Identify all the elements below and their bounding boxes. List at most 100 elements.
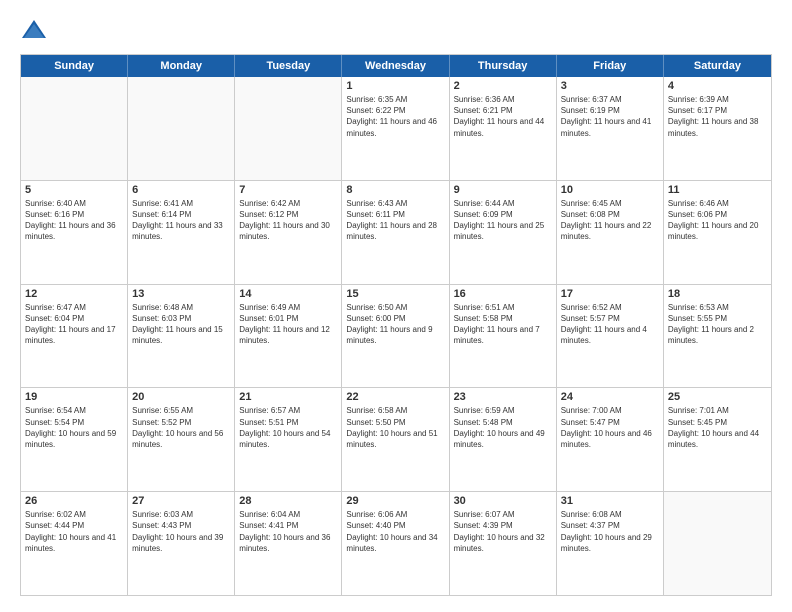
day-number: 25 [668,391,767,403]
calendar-cell: 15Sunrise: 6:50 AM Sunset: 6:00 PM Dayli… [342,285,449,388]
calendar-cell: 7 Sunrise: 6:42 AM Sunset: 6:12 PM Daylig… [235,181,342,284]
day-number: 20 [132,391,230,403]
calendar-cell: 17 Sunrise: 6:52 AM Sunset: 5:57 PM Dayli… [557,285,664,388]
cell-info: Sunrise: 6:40 AM Sunset: 6:16 PM Dayligh… [25,198,123,243]
cell-info: Sunrise: 6:02 AM Sunset: 4:44 PM Dayligh… [25,509,123,554]
day-number: 3 [561,80,659,92]
weekday-header: Monday [128,55,235,77]
cell-info: Sunrise: 6:52 AM Sunset: 5:57 PM Dayligh… [561,302,659,347]
cell-info: Sunrise: 6:48 AM Sunset: 6:03 PM Dayligh… [132,302,230,347]
calendar-cell: 23 Sunrise: 6:59 AM Sunset: 5:48 PM Dayli… [450,388,557,491]
cell-info: Sunrise: 6:57 AM Sunset: 5:51 PM Dayligh… [239,405,337,450]
day-number: 9 [454,184,552,196]
weekday-header: Wednesday [342,55,449,77]
calendar-cell: 29Sunrise: 6:06 AM Sunset: 4:40 PM Dayli… [342,492,449,595]
calendar-cell: 27 Sunrise: 6:03 AM Sunset: 4:43 PM Dayli… [128,492,235,595]
day-number: 28 [239,495,337,507]
day-number: 11 [668,184,767,196]
calendar-cell [128,77,235,180]
weekday-header: Thursday [450,55,557,77]
cell-info: Sunrise: 6:55 AM Sunset: 5:52 PM Dayligh… [132,405,230,450]
cell-info: Sunrise: 6:04 AM Sunset: 4:41 PM Dayligh… [239,509,337,554]
calendar-cell: 22Sunrise: 6:58 AM Sunset: 5:50 PM Dayli… [342,388,449,491]
calendar-row: 26 Sunrise: 6:02 AM Sunset: 4:44 PM Dayli… [21,492,771,595]
calendar-cell: 13 Sunrise: 6:48 AM Sunset: 6:03 PM Dayli… [128,285,235,388]
cell-info: Sunrise: 6:51 AM Sunset: 5:58 PM Dayligh… [454,302,552,347]
header [20,16,772,44]
cell-info: Sunrise: 6:08 AM Sunset: 4:37 PM Dayligh… [561,509,659,554]
calendar-cell: 20 Sunrise: 6:55 AM Sunset: 5:52 PM Dayli… [128,388,235,491]
calendar-cell: 26 Sunrise: 6:02 AM Sunset: 4:44 PM Dayli… [21,492,128,595]
day-number: 24 [561,391,659,403]
calendar-row: 1 Sunrise: 6:35 AM Sunset: 6:22 PM Daylig… [21,77,771,181]
cell-info: Sunrise: 7:00 AM Sunset: 5:47 PM Dayligh… [561,405,659,450]
cell-info: Sunrise: 6:39 AM Sunset: 6:17 PM Dayligh… [668,94,767,139]
calendar-cell: 10Sunrise: 6:45 AM Sunset: 6:08 PM Dayli… [557,181,664,284]
day-number: 23 [454,391,552,403]
calendar-cell: 4 Sunrise: 6:39 AM Sunset: 6:17 PM Daylig… [664,77,771,180]
day-number: 10 [561,184,659,196]
weekday-header: Saturday [664,55,771,77]
cell-info: Sunrise: 6:37 AM Sunset: 6:19 PM Dayligh… [561,94,659,139]
calendar-cell: 9 Sunrise: 6:44 AM Sunset: 6:09 PM Daylig… [450,181,557,284]
calendar-cell: 16 Sunrise: 6:51 AM Sunset: 5:58 PM Dayli… [450,285,557,388]
weekday-header: Tuesday [235,55,342,77]
day-number: 1 [346,80,444,92]
calendar-cell: 14Sunrise: 6:49 AM Sunset: 6:01 PM Dayli… [235,285,342,388]
cell-info: Sunrise: 6:59 AM Sunset: 5:48 PM Dayligh… [454,405,552,450]
calendar: SundayMondayTuesdayWednesdayThursdayFrid… [20,54,772,596]
day-number: 16 [454,288,552,300]
calendar-cell: 24 Sunrise: 7:00 AM Sunset: 5:47 PM Dayli… [557,388,664,491]
calendar-cell: 28 Sunrise: 6:04 AM Sunset: 4:41 PM Dayli… [235,492,342,595]
cell-info: Sunrise: 6:47 AM Sunset: 6:04 PM Dayligh… [25,302,123,347]
calendar-cell: 3 Sunrise: 6:37 AM Sunset: 6:19 PM Daylig… [557,77,664,180]
calendar-cell: 25 Sunrise: 7:01 AM Sunset: 5:45 PM Dayli… [664,388,771,491]
calendar-row: 12 Sunrise: 6:47 AM Sunset: 6:04 PM Dayli… [21,285,771,389]
cell-info: Sunrise: 6:46 AM Sunset: 6:06 PM Dayligh… [668,198,767,243]
cell-info: Sunrise: 6:42 AM Sunset: 6:12 PM Dayligh… [239,198,337,243]
day-number: 15 [346,288,444,300]
calendar-cell [664,492,771,595]
calendar-cell: 12 Sunrise: 6:47 AM Sunset: 6:04 PM Dayli… [21,285,128,388]
calendar-cell: 11 Sunrise: 6:46 AM Sunset: 6:06 PM Dayli… [664,181,771,284]
day-number: 5 [25,184,123,196]
calendar-cell: 19Sunrise: 6:54 AM Sunset: 5:54 PM Dayli… [21,388,128,491]
calendar-row: 5 Sunrise: 6:40 AM Sunset: 6:16 PM Daylig… [21,181,771,285]
cell-info: Sunrise: 7:01 AM Sunset: 5:45 PM Dayligh… [668,405,767,450]
calendar-cell: 30 Sunrise: 6:07 AM Sunset: 4:39 PM Dayli… [450,492,557,595]
calendar-header: SundayMondayTuesdayWednesdayThursdayFrid… [21,55,771,77]
day-number: 26 [25,495,123,507]
calendar-cell: 31 Sunrise: 6:08 AM Sunset: 4:37 PM Dayli… [557,492,664,595]
day-number: 27 [132,495,230,507]
calendar-cell: 1 Sunrise: 6:35 AM Sunset: 6:22 PM Daylig… [342,77,449,180]
cell-info: Sunrise: 6:03 AM Sunset: 4:43 PM Dayligh… [132,509,230,554]
calendar-cell [21,77,128,180]
logo-icon [20,16,48,44]
cell-info: Sunrise: 6:44 AM Sunset: 6:09 PM Dayligh… [454,198,552,243]
cell-info: Sunrise: 6:41 AM Sunset: 6:14 PM Dayligh… [132,198,230,243]
weekday-header: Sunday [21,55,128,77]
calendar-row: 19Sunrise: 6:54 AM Sunset: 5:54 PM Dayli… [21,388,771,492]
day-number: 17 [561,288,659,300]
cell-info: Sunrise: 6:58 AM Sunset: 5:50 PM Dayligh… [346,405,444,450]
logo [20,16,52,44]
day-number: 13 [132,288,230,300]
day-number: 18 [668,288,767,300]
day-number: 12 [25,288,123,300]
day-number: 7 [239,184,337,196]
calendar-cell: 6 Sunrise: 6:41 AM Sunset: 6:14 PM Daylig… [128,181,235,284]
calendar-cell [235,77,342,180]
day-number: 6 [132,184,230,196]
cell-info: Sunrise: 6:36 AM Sunset: 6:21 PM Dayligh… [454,94,552,139]
calendar-cell: 2Sunrise: 6:36 AM Sunset: 6:21 PM Daylig… [450,77,557,180]
day-number: 8 [346,184,444,196]
cell-info: Sunrise: 6:35 AM Sunset: 6:22 PM Dayligh… [346,94,444,139]
day-number: 30 [454,495,552,507]
day-number: 4 [668,80,767,92]
day-number: 31 [561,495,659,507]
cell-info: Sunrise: 6:54 AM Sunset: 5:54 PM Dayligh… [25,405,123,450]
cell-info: Sunrise: 6:06 AM Sunset: 4:40 PM Dayligh… [346,509,444,554]
calendar-body: 1 Sunrise: 6:35 AM Sunset: 6:22 PM Daylig… [21,77,771,595]
cell-info: Sunrise: 6:07 AM Sunset: 4:39 PM Dayligh… [454,509,552,554]
calendar-cell: 5 Sunrise: 6:40 AM Sunset: 6:16 PM Daylig… [21,181,128,284]
